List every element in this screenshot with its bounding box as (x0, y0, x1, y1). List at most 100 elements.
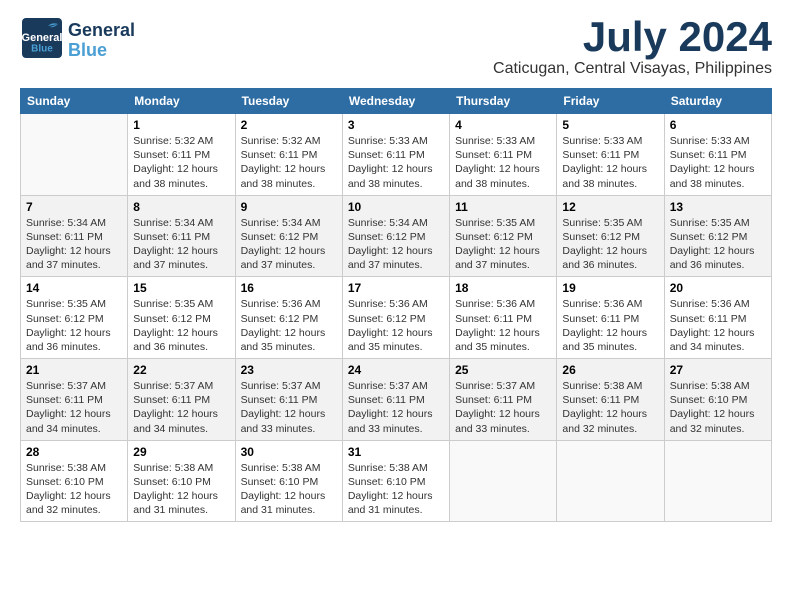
calendar-cell: 9 Sunrise: 5:34 AM Sunset: 6:12 PM Daylig… (235, 195, 342, 277)
calendar-cell: 12 Sunrise: 5:35 AM Sunset: 6:12 PM Dayli… (557, 195, 664, 277)
day-number: 30 (241, 445, 337, 459)
day-number: 6 (670, 118, 766, 132)
calendar-cell: 19 Sunrise: 5:36 AM Sunset: 6:11 PM Dayli… (557, 277, 664, 359)
day-info: Sunrise: 5:36 AM Sunset: 6:12 PM Dayligh… (348, 297, 444, 354)
calendar-cell (450, 440, 557, 522)
day-info: Sunrise: 5:38 AM Sunset: 6:10 PM Dayligh… (670, 379, 766, 436)
calendar-cell: 10 Sunrise: 5:34 AM Sunset: 6:12 PM Dayli… (342, 195, 449, 277)
day-info: Sunrise: 5:37 AM Sunset: 6:11 PM Dayligh… (26, 379, 122, 436)
calendar-cell: 2Sunrise: 5:32 AM Sunset: 6:11 PM Daylig… (235, 114, 342, 196)
day-info: Sunrise: 5:33 AM Sunset: 6:11 PM Dayligh… (562, 134, 658, 191)
calendar-week-row: 14 Sunrise: 5:35 AM Sunset: 6:12 PM Dayli… (21, 277, 772, 359)
day-number: 26 (562, 363, 658, 377)
day-info: Sunrise: 5:35 AM Sunset: 6:12 PM Dayligh… (562, 216, 658, 273)
header-cell-monday: Monday (128, 89, 235, 114)
calendar-cell: 25 Sunrise: 5:37 AM Sunset: 6:11 PM Dayli… (450, 359, 557, 441)
day-info: Sunrise: 5:33 AM Sunset: 6:11 PM Dayligh… (348, 134, 444, 191)
day-info: Sunrise: 5:36 AM Sunset: 6:12 PM Dayligh… (241, 297, 337, 354)
header-cell-thursday: Thursday (450, 89, 557, 114)
day-number: 3 (348, 118, 444, 132)
calendar-cell: 23 Sunrise: 5:37 AM Sunset: 6:11 PM Dayli… (235, 359, 342, 441)
calendar-cell: 13Sunrise: 5:35 AM Sunset: 6:12 PM Dayli… (664, 195, 771, 277)
svg-text:General: General (22, 32, 63, 44)
day-info: Sunrise: 5:36 AM Sunset: 6:11 PM Dayligh… (455, 297, 551, 354)
page-header: General Blue General Blue July 2024 Cati… (20, 16, 772, 78)
calendar-cell: 27 Sunrise: 5:38 AM Sunset: 6:10 PM Dayli… (664, 359, 771, 441)
header-cell-tuesday: Tuesday (235, 89, 342, 114)
day-info: Sunrise: 5:36 AM Sunset: 6:11 PM Dayligh… (562, 297, 658, 354)
day-number: 19 (562, 281, 658, 295)
logo-icon: General Blue (20, 16, 64, 60)
day-info: Sunrise: 5:35 AM Sunset: 6:12 PM Dayligh… (670, 216, 766, 273)
day-info: Sunrise: 5:35 AM Sunset: 6:12 PM Dayligh… (133, 297, 229, 354)
calendar-subtitle: Caticugan, Central Visayas, Philippines (493, 60, 772, 78)
day-number: 24 (348, 363, 444, 377)
calendar-cell: 5 Sunrise: 5:33 AM Sunset: 6:11 PM Daylig… (557, 114, 664, 196)
logo-text-general: General (68, 21, 135, 41)
header-cell-friday: Friday (557, 89, 664, 114)
calendar-cell: 29Sunrise: 5:38 AM Sunset: 6:10 PM Dayli… (128, 440, 235, 522)
day-info: Sunrise: 5:35 AM Sunset: 6:12 PM Dayligh… (455, 216, 551, 273)
calendar-cell: 28 Sunrise: 5:38 AM Sunset: 6:10 PM Dayli… (21, 440, 128, 522)
calendar-week-row: 7 Sunrise: 5:34 AM Sunset: 6:11 PM Daylig… (21, 195, 772, 277)
day-info: Sunrise: 5:38 AM Sunset: 6:10 PM Dayligh… (348, 461, 444, 518)
day-info: Sunrise: 5:38 AM Sunset: 6:10 PM Dayligh… (26, 461, 122, 518)
day-number: 12 (562, 200, 658, 214)
calendar-body: 1Sunrise: 5:32 AM Sunset: 6:11 PM Daylig… (21, 114, 772, 522)
day-info: Sunrise: 5:32 AM Sunset: 6:11 PM Dayligh… (241, 134, 337, 191)
day-number: 16 (241, 281, 337, 295)
calendar-cell: 15 Sunrise: 5:35 AM Sunset: 6:12 PM Dayli… (128, 277, 235, 359)
calendar-cell: 7 Sunrise: 5:34 AM Sunset: 6:11 PM Daylig… (21, 195, 128, 277)
calendar-cell: 21 Sunrise: 5:37 AM Sunset: 6:11 PM Dayli… (21, 359, 128, 441)
day-number: 18 (455, 281, 551, 295)
day-number: 23 (241, 363, 337, 377)
day-info: Sunrise: 5:38 AM Sunset: 6:10 PM Dayligh… (133, 461, 229, 518)
day-number: 7 (26, 200, 122, 214)
day-info: Sunrise: 5:37 AM Sunset: 6:11 PM Dayligh… (133, 379, 229, 436)
day-number: 25 (455, 363, 551, 377)
calendar-cell: 4Sunrise: 5:33 AM Sunset: 6:11 PM Daylig… (450, 114, 557, 196)
calendar-week-row: 1Sunrise: 5:32 AM Sunset: 6:11 PM Daylig… (21, 114, 772, 196)
svg-text:Blue: Blue (31, 44, 53, 55)
day-number: 17 (348, 281, 444, 295)
calendar-cell (21, 114, 128, 196)
day-info: Sunrise: 5:33 AM Sunset: 6:11 PM Dayligh… (670, 134, 766, 191)
day-number: 14 (26, 281, 122, 295)
day-number: 22 (133, 363, 229, 377)
day-info: Sunrise: 5:35 AM Sunset: 6:12 PM Dayligh… (26, 297, 122, 354)
day-info: Sunrise: 5:34 AM Sunset: 6:12 PM Dayligh… (348, 216, 444, 273)
day-number: 20 (670, 281, 766, 295)
calendar-cell: 1Sunrise: 5:32 AM Sunset: 6:11 PM Daylig… (128, 114, 235, 196)
day-info: Sunrise: 5:34 AM Sunset: 6:12 PM Dayligh… (241, 216, 337, 273)
calendar-header-row: SundayMondayTuesdayWednesdayThursdayFrid… (21, 89, 772, 114)
calendar-cell: 8Sunrise: 5:34 AM Sunset: 6:11 PM Daylig… (128, 195, 235, 277)
calendar-cell: 16 Sunrise: 5:36 AM Sunset: 6:12 PM Dayli… (235, 277, 342, 359)
day-info: Sunrise: 5:38 AM Sunset: 6:11 PM Dayligh… (562, 379, 658, 436)
day-info: Sunrise: 5:37 AM Sunset: 6:11 PM Dayligh… (455, 379, 551, 436)
day-info: Sunrise: 5:37 AM Sunset: 6:11 PM Dayligh… (241, 379, 337, 436)
day-info: Sunrise: 5:34 AM Sunset: 6:11 PM Dayligh… (26, 216, 122, 273)
calendar-week-row: 21 Sunrise: 5:37 AM Sunset: 6:11 PM Dayli… (21, 359, 772, 441)
calendar-cell (664, 440, 771, 522)
calendar-cell: 14 Sunrise: 5:35 AM Sunset: 6:12 PM Dayli… (21, 277, 128, 359)
day-number: 28 (26, 445, 122, 459)
day-number: 21 (26, 363, 122, 377)
calendar-title: July 2024 (493, 16, 772, 58)
day-number: 27 (670, 363, 766, 377)
day-info: Sunrise: 5:34 AM Sunset: 6:11 PM Dayligh… (133, 216, 229, 273)
day-number: 10 (348, 200, 444, 214)
day-number: 5 (562, 118, 658, 132)
day-number: 15 (133, 281, 229, 295)
calendar-cell: 30Sunrise: 5:38 AM Sunset: 6:10 PM Dayli… (235, 440, 342, 522)
day-info: Sunrise: 5:36 AM Sunset: 6:11 PM Dayligh… (670, 297, 766, 354)
day-info: Sunrise: 5:37 AM Sunset: 6:11 PM Dayligh… (348, 379, 444, 436)
header-cell-wednesday: Wednesday (342, 89, 449, 114)
logo-text-blue: Blue (68, 41, 135, 61)
day-number: 9 (241, 200, 337, 214)
header-cell-saturday: Saturday (664, 89, 771, 114)
day-number: 11 (455, 200, 551, 214)
calendar-cell: 22 Sunrise: 5:37 AM Sunset: 6:11 PM Dayli… (128, 359, 235, 441)
calendar-table: SundayMondayTuesdayWednesdayThursdayFrid… (20, 88, 772, 522)
day-info: Sunrise: 5:32 AM Sunset: 6:11 PM Dayligh… (133, 134, 229, 191)
day-number: 4 (455, 118, 551, 132)
